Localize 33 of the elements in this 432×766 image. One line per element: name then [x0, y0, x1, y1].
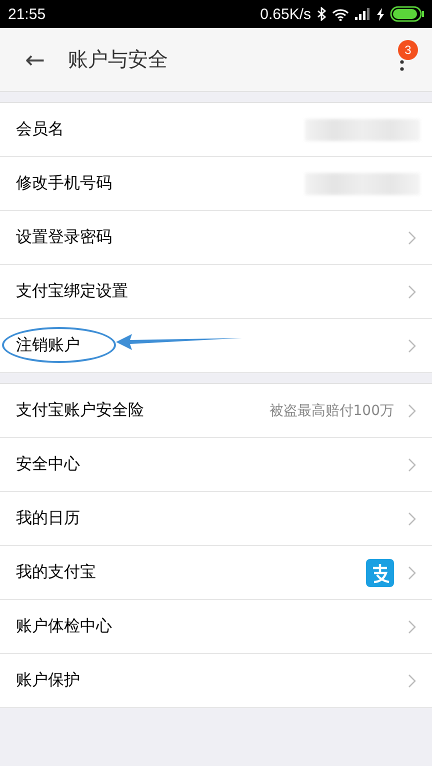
row-label[interactable]: 会员名: [16, 119, 64, 140]
wifi-icon: [332, 8, 349, 20]
row-label[interactable]: 账户体检中心: [16, 616, 112, 637]
app-icon: [366, 558, 394, 586]
chevron-icon: [408, 230, 416, 244]
chevron-icon: [408, 620, 416, 634]
row-label[interactable]: 设置登录密码: [16, 227, 112, 248]
row-label[interactable]: 支付宝绑定设置: [16, 281, 128, 302]
row-label[interactable]: 注销账户: [16, 335, 80, 356]
battery-icon: [390, 6, 424, 22]
network-speed: 0.65K/s: [260, 6, 311, 22]
chevron-icon: [408, 404, 416, 418]
chevron-icon: [408, 674, 416, 688]
more-icon: [400, 60, 404, 74]
row-label[interactable]: 安全中心: [16, 454, 80, 475]
bluetooth-icon: [317, 7, 326, 21]
row-label[interactable]: 账户保护: [16, 670, 80, 691]
chevron-icon: [408, 566, 416, 580]
signal-icon: [355, 8, 371, 20]
row-label[interactable]: 修改手机号码: [16, 173, 112, 194]
row-label[interactable]: 支付宝账户安全险: [16, 400, 144, 421]
chevron-icon: [408, 284, 416, 298]
chevron-icon: [408, 338, 416, 352]
page-title: 账户与安全: [68, 46, 168, 73]
chevron-icon: [408, 458, 416, 472]
row-label[interactable]: 我的支付宝: [16, 562, 96, 583]
clock: 21:55: [8, 6, 46, 22]
chevron-icon: [408, 512, 416, 526]
charging-icon: [377, 8, 384, 20]
notification-badge: 3: [398, 40, 418, 60]
row-label[interactable]: 我的日历: [16, 508, 80, 529]
row-note: 被盗最高赔付100万: [269, 402, 394, 420]
back-button[interactable]: ←: [20, 46, 50, 74]
